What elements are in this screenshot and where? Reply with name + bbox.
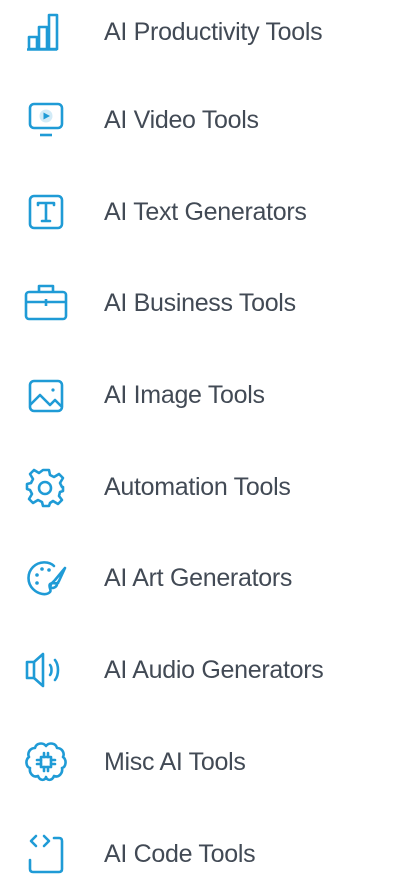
menu-item-label: AI Text Generators xyxy=(104,197,307,226)
menu-item-label: Misc AI Tools xyxy=(104,747,246,776)
brain-chip-icon xyxy=(18,734,74,790)
menu-item-label: AI Code Tools xyxy=(104,839,256,868)
menu-item-ai-art-generators[interactable]: AI Art Generators xyxy=(0,548,403,608)
bar-chart-icon xyxy=(18,4,74,60)
briefcase-icon xyxy=(18,275,74,331)
menu-item-automation-tools[interactable]: Automation Tools xyxy=(0,457,403,517)
menu-item-ai-business-tools[interactable]: AI Business Tools xyxy=(0,273,403,333)
menu-item-ai-text-generators[interactable]: AI Text Generators xyxy=(0,182,403,242)
menu-item-label: Automation Tools xyxy=(104,472,291,501)
text-box-icon xyxy=(18,184,74,240)
palette-icon xyxy=(18,550,74,606)
menu-item-ai-code-tools[interactable]: AI Code Tools xyxy=(0,824,403,884)
menu-item-misc-ai-tools[interactable]: Misc AI Tools xyxy=(0,732,403,792)
menu-item-ai-productivity-tools[interactable]: AI Productivity Tools xyxy=(0,2,403,62)
menu-item-label: AI Business Tools xyxy=(104,288,296,317)
speaker-icon xyxy=(18,642,74,698)
menu-item-label: AI Image Tools xyxy=(104,380,265,409)
menu-item-label: AI Audio Generators xyxy=(104,655,324,684)
menu-item-ai-audio-generators[interactable]: AI Audio Generators xyxy=(0,640,403,700)
image-icon xyxy=(18,367,74,423)
menu-item-ai-image-tools[interactable]: AI Image Tools xyxy=(0,365,403,425)
menu-item-label: AI Video Tools xyxy=(104,105,259,134)
menu-item-label: AI Art Generators xyxy=(104,563,293,592)
menu-item-label: AI Productivity Tools xyxy=(104,17,323,46)
video-monitor-icon xyxy=(18,92,74,148)
code-file-icon xyxy=(18,826,74,882)
menu-item-ai-video-tools[interactable]: AI Video Tools xyxy=(0,90,403,150)
gear-icon xyxy=(18,459,74,515)
